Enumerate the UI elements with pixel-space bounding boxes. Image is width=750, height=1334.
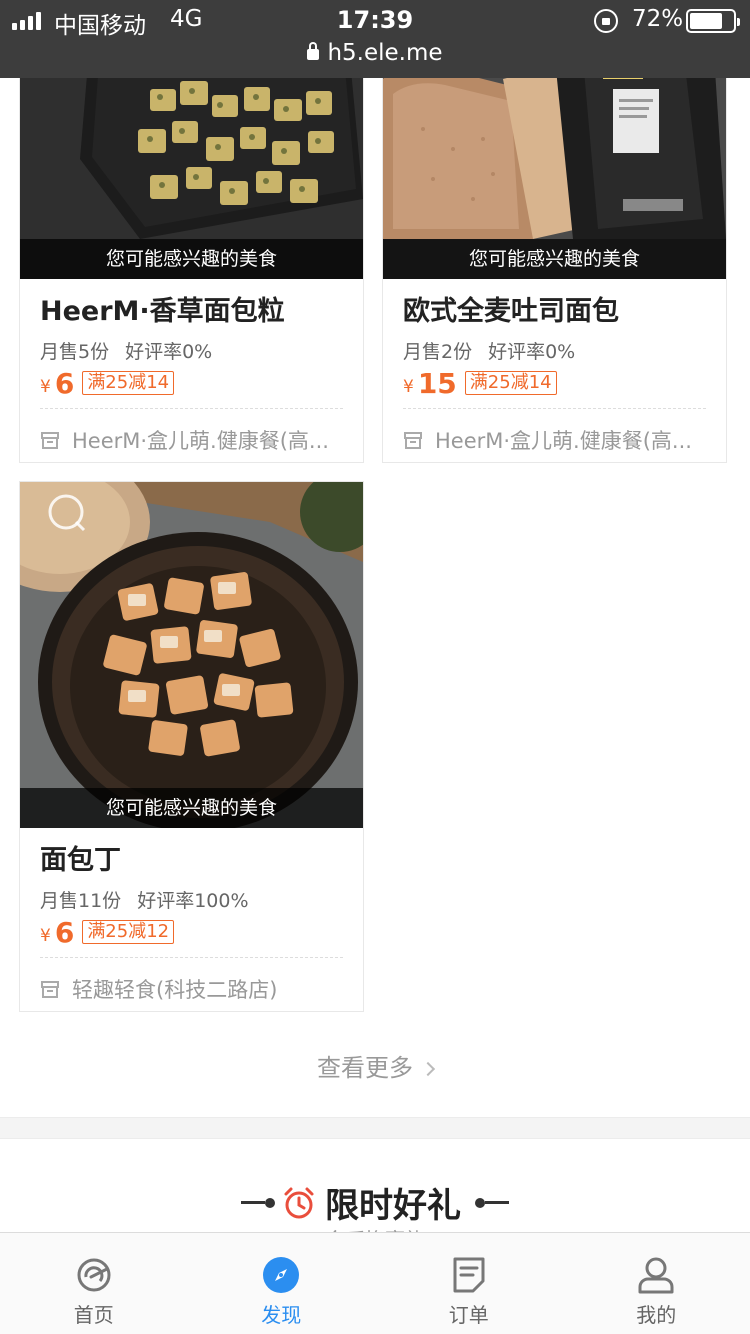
product-name: 面包丁 bbox=[40, 845, 121, 876]
rating: 好评率100% bbox=[137, 890, 249, 912]
monthly-sales: 月售2份 bbox=[403, 341, 473, 363]
chevron-right-icon bbox=[420, 1061, 436, 1077]
product-name: 欧式全麦吐司面包 bbox=[403, 296, 619, 327]
tab-orders[interactable]: 订单 bbox=[375, 1233, 563, 1334]
product-name: HeerM·香草面包粒 bbox=[40, 296, 285, 327]
recommend-banner: 您可能感兴趣的美食 bbox=[383, 239, 726, 279]
see-more-link[interactable]: 查看更多 bbox=[0, 1048, 750, 1083]
battery-icon bbox=[686, 9, 740, 33]
lock-icon bbox=[307, 42, 320, 60]
battery-percent: 72% bbox=[632, 6, 684, 32]
tab-label: 订单 bbox=[448, 1303, 489, 1327]
tab-label: 发现 bbox=[261, 1303, 302, 1327]
shop-name: 轻趣轻食(科技二路店) bbox=[72, 978, 278, 1002]
product-card[interactable]: 您可能感兴趣的美食 面包丁 月售11份 好评率100% ¥ 6 满25减12 轻趣… bbox=[19, 481, 364, 1012]
price: 6 bbox=[54, 366, 75, 400]
title-deco-right bbox=[475, 1197, 509, 1208]
rating: 好评率0% bbox=[488, 341, 576, 363]
price-row: ¥ 6 满25减14 bbox=[20, 366, 363, 400]
orders-icon bbox=[453, 1257, 485, 1293]
store-icon bbox=[41, 981, 59, 998]
monthly-sales: 月售5份 bbox=[40, 341, 110, 363]
address-bar[interactable]: h5.ele.me bbox=[0, 40, 750, 66]
rotation-lock-icon bbox=[594, 9, 618, 33]
product-stats: 月售2份 好评率0% bbox=[383, 337, 726, 364]
promo-badge: 满25减14 bbox=[464, 371, 557, 395]
tab-home[interactable]: 首页 bbox=[0, 1233, 188, 1334]
product-stats: 月售11份 好评率100% bbox=[20, 886, 363, 913]
store-icon bbox=[404, 432, 422, 449]
currency-symbol: ¥ bbox=[40, 926, 51, 946]
tab-discover[interactable]: 发现 bbox=[188, 1233, 376, 1334]
tab-label: 首页 bbox=[73, 1303, 114, 1327]
shop-row[interactable]: HeerM·盒儿萌.健康餐(高... bbox=[20, 409, 363, 462]
tab-label: 我的 bbox=[636, 1303, 677, 1327]
store-icon bbox=[41, 432, 59, 449]
title-deco-left bbox=[241, 1197, 275, 1208]
url-text: h5.ele.me bbox=[327, 40, 443, 66]
discover-compass-icon bbox=[263, 1257, 300, 1293]
status-bar: 中国移动 4G 17:39 72% h5.ele.me bbox=[0, 0, 750, 78]
shop-row[interactable]: 轻趣轻食(科技二路店) bbox=[20, 958, 363, 1011]
recommend-banner: 您可能感兴趣的美食 bbox=[20, 239, 363, 279]
promo-badge: 满25减14 bbox=[82, 371, 175, 395]
price-row: ¥ 15 满25减14 bbox=[383, 366, 726, 400]
bottom-tab-bar: 首页 发现 订单 我的 bbox=[0, 1232, 750, 1334]
tab-mine[interactable]: 我的 bbox=[563, 1233, 750, 1334]
home-icon bbox=[77, 1258, 111, 1292]
currency-symbol: ¥ bbox=[403, 377, 414, 397]
food-photo-bread-cubes: 您可能感兴趣的美食 bbox=[20, 482, 363, 828]
gift-section-header: 限时好礼 bbox=[0, 1178, 750, 1227]
see-more-label: 查看更多 bbox=[317, 1054, 413, 1082]
currency-symbol: ¥ bbox=[40, 377, 51, 397]
profile-icon bbox=[638, 1257, 674, 1294]
price: 6 bbox=[54, 915, 75, 949]
shop-row[interactable]: HeerM·盒儿萌.健康餐(高... bbox=[383, 409, 726, 462]
section-separator bbox=[0, 1117, 750, 1139]
price: 15 bbox=[417, 366, 457, 400]
shop-name: HeerM·盒儿萌.健康餐(高... bbox=[72, 429, 329, 453]
product-stats: 月售5份 好评率0% bbox=[20, 337, 363, 364]
gift-section-title: 限时好礼 bbox=[325, 1186, 461, 1226]
recommend-banner: 您可能感兴趣的美食 bbox=[20, 788, 363, 828]
monthly-sales: 月售11份 bbox=[40, 890, 122, 912]
shop-name: HeerM·盒儿萌.健康餐(高... bbox=[435, 429, 692, 453]
promo-badge: 满25减12 bbox=[82, 920, 175, 944]
alarm-clock-icon bbox=[284, 1187, 314, 1218]
price-row: ¥ 6 满25减12 bbox=[20, 915, 363, 949]
rating: 好评率0% bbox=[125, 341, 213, 363]
